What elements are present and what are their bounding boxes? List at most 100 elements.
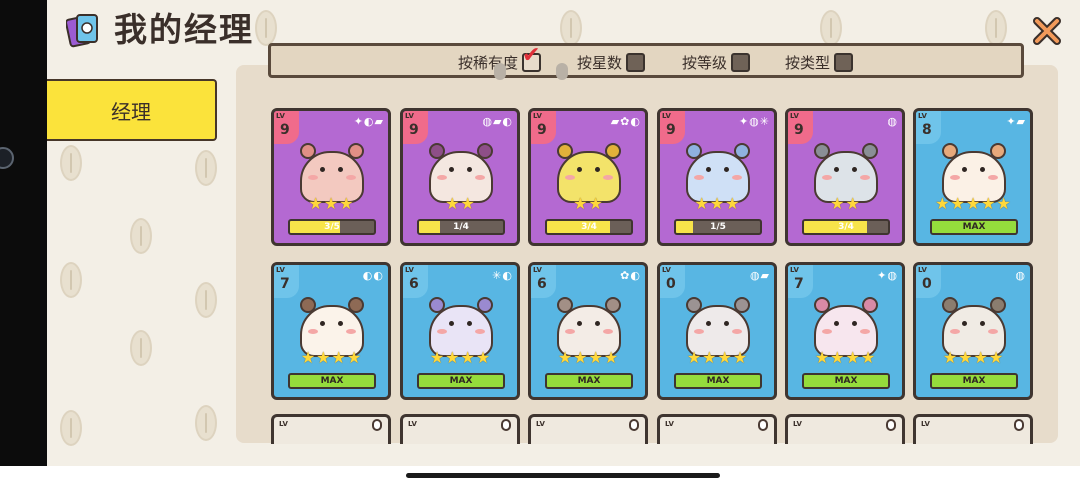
hamster-eye xyxy=(980,321,985,326)
star-icon: ★ xyxy=(339,194,354,213)
manager-card-partial[interactable]: LV xyxy=(271,414,391,444)
skill-icons: ✦◐▰ xyxy=(353,115,384,128)
star-icon: ★ xyxy=(988,348,1004,367)
star-rating: ★ ★ ★ ★ xyxy=(537,349,639,367)
progress-label: MAX xyxy=(577,376,601,386)
hamster-blush xyxy=(860,175,870,180)
star-icon: ★ xyxy=(942,348,958,367)
progress-label: 1/5 xyxy=(710,222,726,232)
filter-checkbox[interactable]: ✔ xyxy=(522,45,542,72)
filter-level[interactable]: 按等级 xyxy=(682,52,751,73)
manager-card-partial[interactable]: LV xyxy=(785,414,905,444)
skill-icon xyxy=(629,419,639,431)
manager-card[interactable]: LV 6 ✿◐ ★ ★ ★ ★ MAX xyxy=(528,262,648,400)
star-rating: ★ ★ ★ ★ xyxy=(280,349,382,367)
star-icon: ★ xyxy=(323,194,339,213)
progress-label: MAX xyxy=(962,222,986,232)
star-icon: ★ xyxy=(935,194,950,213)
page-title: 我的经理 xyxy=(114,10,254,49)
star-icon: ★ xyxy=(429,348,445,367)
hamster-blush xyxy=(475,329,485,334)
sort-filter-bar: 按稀有度 ✔ 按星数 按等级 按类型 xyxy=(268,43,1024,78)
close-button[interactable] xyxy=(1030,14,1064,48)
star-icon: ★ xyxy=(475,348,491,367)
skill-icons: ◍ xyxy=(887,115,898,128)
seed-decoration xyxy=(985,10,1007,46)
skill-icons: ✳◐ xyxy=(492,269,513,282)
manager-card-partial[interactable]: LV xyxy=(400,414,520,444)
manager-card[interactable]: LV 7 ✦◍ ★ ★ ★ ★ MAX xyxy=(785,262,905,400)
manager-card[interactable]: LV 8 ✦▰ ★ ★ ★ ★ ★ MAX xyxy=(913,108,1033,246)
skill-icon xyxy=(886,419,896,431)
home-indicator[interactable] xyxy=(406,473,720,478)
star-icon: ★ xyxy=(950,194,965,213)
hamster-blush xyxy=(308,175,318,180)
star-rating: ★ ★ ★ ★ xyxy=(922,349,1024,367)
manager-card[interactable]: LV 9 ◍▰◐ ★ ★ 1/4 xyxy=(400,108,520,246)
star-icon: ★ xyxy=(346,348,362,367)
filter-checkbox[interactable] xyxy=(834,53,854,72)
filter-stars[interactable]: 按星数 xyxy=(577,52,646,73)
filter-type[interactable]: 按类型 xyxy=(785,52,854,73)
star-icon: ★ xyxy=(460,348,475,367)
manager-card-partial[interactable]: LV xyxy=(528,414,648,444)
hamster-eye xyxy=(577,321,582,326)
star-icon: ★ xyxy=(830,348,845,367)
level-tag: LV xyxy=(662,112,671,120)
level-number: 0 xyxy=(922,276,932,292)
star-icon: ★ xyxy=(725,194,740,213)
manager-card[interactable]: LV 9 ✦◍✳ ★ ★ ★ 1/5 xyxy=(657,108,777,246)
seed-decoration xyxy=(195,282,217,318)
star-rating: ★ ★ ★ xyxy=(666,195,768,213)
level-tag: LV xyxy=(533,112,542,120)
manager-card[interactable]: LV 9 ▰✿◐ ★ ★ 3/4 xyxy=(528,108,648,246)
upgrade-progress-bar: MAX xyxy=(930,373,1018,389)
star-rating: ★ ★ ★ ★ xyxy=(666,349,768,367)
hamster-eye xyxy=(338,167,343,172)
overlay-pill-red xyxy=(494,63,506,80)
hamster-blush xyxy=(475,175,485,180)
hamster-blush xyxy=(565,329,575,334)
skill-icons: ◐◐ xyxy=(362,269,384,282)
star-icon: ★ xyxy=(445,348,460,367)
filter-checkbox[interactable] xyxy=(626,53,646,72)
manager-card[interactable]: LV 6 ✳◐ ★ ★ ★ ★ MAX xyxy=(400,262,520,400)
level-number: 6 xyxy=(537,276,547,292)
star-icon: ★ xyxy=(845,348,860,367)
filter-checkbox[interactable] xyxy=(731,53,751,72)
seed-decoration xyxy=(60,262,82,298)
manager-card-partial[interactable]: LV xyxy=(657,414,777,444)
level-number: 9 xyxy=(409,122,419,138)
hamster-blush xyxy=(694,175,704,180)
skill-icons: ◍▰ xyxy=(749,269,770,282)
tab-managers[interactable]: 经理 xyxy=(47,79,217,141)
hamster-blush xyxy=(732,329,742,334)
hamster-eye xyxy=(852,167,857,172)
manager-card[interactable]: LV 9 ◍ ★ ★ 3/4 xyxy=(785,108,905,246)
level-number: 0 xyxy=(666,276,676,292)
manager-card[interactable]: LV 0 ◍▰ ★ ★ ★ ★ MAX xyxy=(657,262,777,400)
skill-icons: ✿◐ xyxy=(620,269,641,282)
level-tag: LV xyxy=(276,266,285,274)
level-tag: LV xyxy=(790,112,799,120)
level-number: 9 xyxy=(537,122,547,138)
manager-card[interactable]: LV 0 ◍ ★ ★ ★ ★ MAX xyxy=(913,262,1033,400)
hamster-blush xyxy=(988,329,998,334)
manager-card-partial[interactable]: LV xyxy=(913,414,1033,444)
level-tag: LV xyxy=(408,420,417,428)
hamster-eye xyxy=(724,167,729,172)
hamster-blush xyxy=(694,329,704,334)
hamster-eye xyxy=(962,167,967,172)
star-icon: ★ xyxy=(603,348,619,367)
upgrade-progress-bar: 1/4 xyxy=(417,219,505,235)
star-icon: ★ xyxy=(445,194,460,213)
star-rating: ★ ★ ★ ★ xyxy=(409,349,511,367)
hamster-blush xyxy=(950,175,960,180)
hamster-eye xyxy=(724,321,729,326)
hamster-eye xyxy=(320,321,325,326)
manager-card[interactable]: LV 7 ◐◐ ★ ★ ★ ★ MAX xyxy=(271,262,391,400)
seed-decoration xyxy=(195,150,217,186)
star-icon: ★ xyxy=(331,348,346,367)
manager-card[interactable]: LV 9 ✦◐▰ ★ ★ ★ 3/5 xyxy=(271,108,391,246)
level-tag: LV xyxy=(918,112,927,120)
